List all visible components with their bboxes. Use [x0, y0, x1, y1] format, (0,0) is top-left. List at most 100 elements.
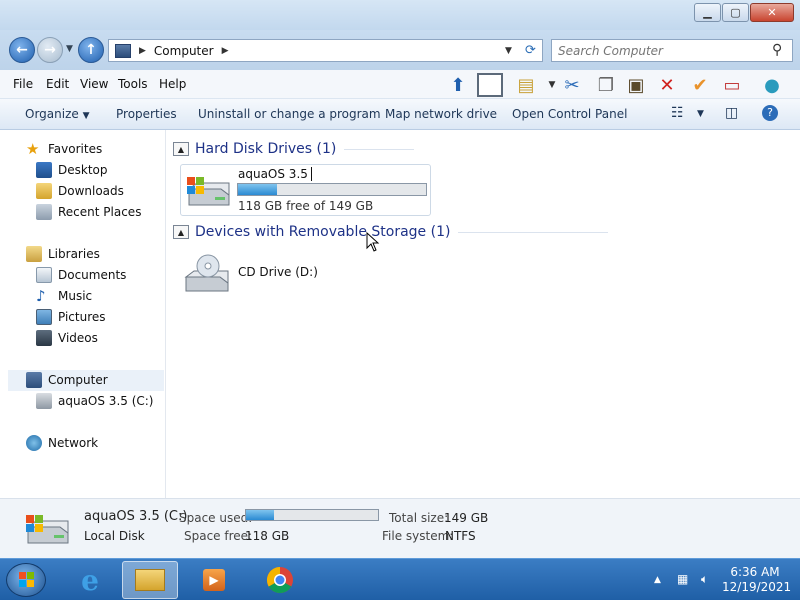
nav-drive-c[interactable]: aquaOS 3.5 (C:) [36, 391, 154, 411]
back-button[interactable]: ← [9, 37, 35, 63]
group-header-hard-disk-drives[interactable]: ▲ Hard Disk Drives (1) [173, 139, 793, 159]
cut-icon[interactable]: ✂ [560, 73, 584, 97]
breadcrumb-computer[interactable]: Computer [154, 44, 214, 58]
view-dropdown-icon[interactable]: ▼ [697, 109, 704, 119]
search-input[interactable] [558, 43, 768, 58]
collapse-icon[interactable]: ▲ [173, 225, 189, 239]
drive-tile-c[interactable]: aquaOS 3.5 118 GB free of 149 GB [180, 164, 431, 216]
map-network-drive-button[interactable]: Map network drive [385, 107, 497, 121]
forward-button[interactable]: → [37, 37, 63, 63]
globe-icon[interactable]: ● [760, 73, 784, 97]
space-used-label: Space used: [179, 511, 253, 525]
taskbar-internet-explorer[interactable]: e [62, 561, 118, 599]
paste-icon[interactable]: ▣ [624, 73, 648, 97]
breadcrumb-chevron-icon[interactable]: ▶ [222, 46, 229, 56]
total-size-value: 149 GB [444, 511, 489, 525]
preview-pane-toggle-icon[interactable]: ◫ [725, 105, 738, 121]
nav-music[interactable]: ♪ Music [36, 286, 92, 306]
up-arrow-icon[interactable]: ⬆ [446, 73, 470, 97]
search-box[interactable]: ⚲ [551, 39, 793, 62]
nav-music-label: Music [58, 289, 93, 303]
navigation-bar: ← → ▼ ↑ ▶ Computer ▶ ▼ ⟳ ⚲ [0, 30, 800, 70]
clock-date: 12/19/2021 [722, 580, 792, 594]
computer-icon [26, 372, 42, 388]
taskbar: e ▶ ▲ ▦ 🔈︎ 6:36 AM 12/19/2021 [0, 558, 800, 600]
delete-icon[interactable]: ✕ [655, 73, 679, 97]
preview-pane-icon[interactable] [477, 73, 503, 97]
nav-network[interactable]: Network [26, 433, 98, 453]
checkmark-icon[interactable]: ✔ [688, 73, 712, 97]
nav-network-label: Network [48, 436, 99, 450]
divider [344, 148, 415, 150]
hard-drive-icon [26, 515, 69, 544]
nav-videos[interactable]: Videos [36, 328, 98, 348]
nav-downloads[interactable]: Downloads [36, 181, 124, 201]
nav-pictures[interactable]: Pictures [36, 307, 106, 327]
minimize-button[interactable]: ▁ [694, 3, 721, 22]
pictures-icon [36, 309, 52, 325]
nav-desktop-label: Desktop [58, 163, 108, 177]
menu-tools[interactable]: Tools [118, 77, 148, 91]
taskbar-file-explorer[interactable] [122, 561, 178, 599]
cd-drive-d[interactable]: CD Drive (D:) [182, 251, 342, 297]
start-button[interactable] [6, 563, 46, 597]
organize-button[interactable]: Organize ▼ [25, 107, 90, 121]
properties-icon[interactable]: ▭ [720, 73, 744, 97]
menu-edit[interactable]: Edit [46, 77, 69, 91]
group-label-hdd: Hard Disk Drives (1) [195, 141, 337, 157]
nav-recent-label: Recent Places [58, 205, 142, 219]
folder-icon [135, 569, 165, 591]
total-size-label: Total size: [389, 511, 449, 525]
nav-downloads-label: Downloads [58, 184, 124, 198]
group-header-removable-storage[interactable]: ▲ Devices with Removable Storage (1) [173, 222, 793, 242]
folder-check-icon[interactable]: ▤ [514, 73, 538, 97]
uninstall-program-button[interactable]: Uninstall or change a program [198, 107, 381, 121]
network-icon [26, 435, 42, 451]
menu-help[interactable]: Help [159, 77, 186, 91]
collapse-icon[interactable]: ▲ [173, 142, 189, 156]
nav-favorites-label: Favorites [48, 142, 103, 156]
nav-computer[interactable]: Computer [26, 370, 108, 390]
taskbar-media-player[interactable]: ▶ [186, 561, 242, 599]
open-control-panel-button[interactable]: Open Control Panel [512, 107, 627, 121]
nav-documents-label: Documents [58, 268, 127, 282]
nav-drive-c-label: aquaOS 3.5 (C:) [58, 394, 154, 408]
show-hidden-icons-icon[interactable]: ▲ [654, 575, 661, 585]
network-tray-icon[interactable]: ▦ [677, 572, 688, 586]
properties-button[interactable]: Properties [116, 107, 177, 121]
details-drive-type: Local Disk [84, 529, 145, 543]
nav-favorites[interactable]: ★ Favorites [26, 139, 102, 159]
media-player-icon: ▶ [203, 569, 225, 591]
file-system-label: File system: [382, 529, 454, 543]
address-bar[interactable]: ▶ Computer ▶ ▼ ⟳ [108, 39, 543, 62]
star-icon: ★ [26, 140, 40, 158]
clock[interactable]: 6:36 AM 12/19/2021 [722, 565, 792, 595]
menu-file[interactable]: File [13, 77, 33, 91]
nav-pictures-label: Pictures [58, 310, 106, 324]
drive-usage-bar [237, 183, 427, 196]
drive-usage-fill [238, 184, 278, 195]
nav-desktop[interactable]: Desktop [36, 160, 108, 180]
taskbar-chrome[interactable] [252, 561, 308, 599]
cd-drive-label: CD Drive (D:) [238, 265, 318, 279]
nav-documents[interactable]: Documents [36, 265, 126, 285]
menu-view[interactable]: View [80, 77, 108, 91]
music-icon: ♪ [36, 287, 46, 305]
nav-recent-places[interactable]: Recent Places [36, 202, 141, 222]
recent-pages-dropdown[interactable]: ▼ [66, 44, 73, 54]
file-system-value: NTFS [445, 529, 476, 543]
volume-icon[interactable]: 🔈︎ [701, 572, 708, 587]
nav-libraries[interactable]: Libraries [26, 244, 100, 264]
address-dropdown-icon[interactable]: ▼ [505, 46, 512, 56]
close-button[interactable]: ✕ [750, 3, 794, 22]
view-options-icon[interactable]: ☷ [671, 105, 684, 121]
copy-icon[interactable]: ❐ [594, 73, 618, 97]
refresh-icon[interactable]: ⟳ [525, 43, 536, 58]
divider [458, 231, 609, 233]
up-button[interactable]: ↑ [78, 37, 104, 63]
search-icon[interactable]: ⚲ [772, 42, 782, 58]
help-icon[interactable]: ? [762, 105, 778, 121]
drive-name-edit[interactable]: aquaOS 3.5 [238, 167, 312, 181]
breadcrumb-chevron-icon[interactable]: ▶ [139, 46, 146, 56]
maximize-button[interactable]: ▢ [722, 3, 749, 22]
